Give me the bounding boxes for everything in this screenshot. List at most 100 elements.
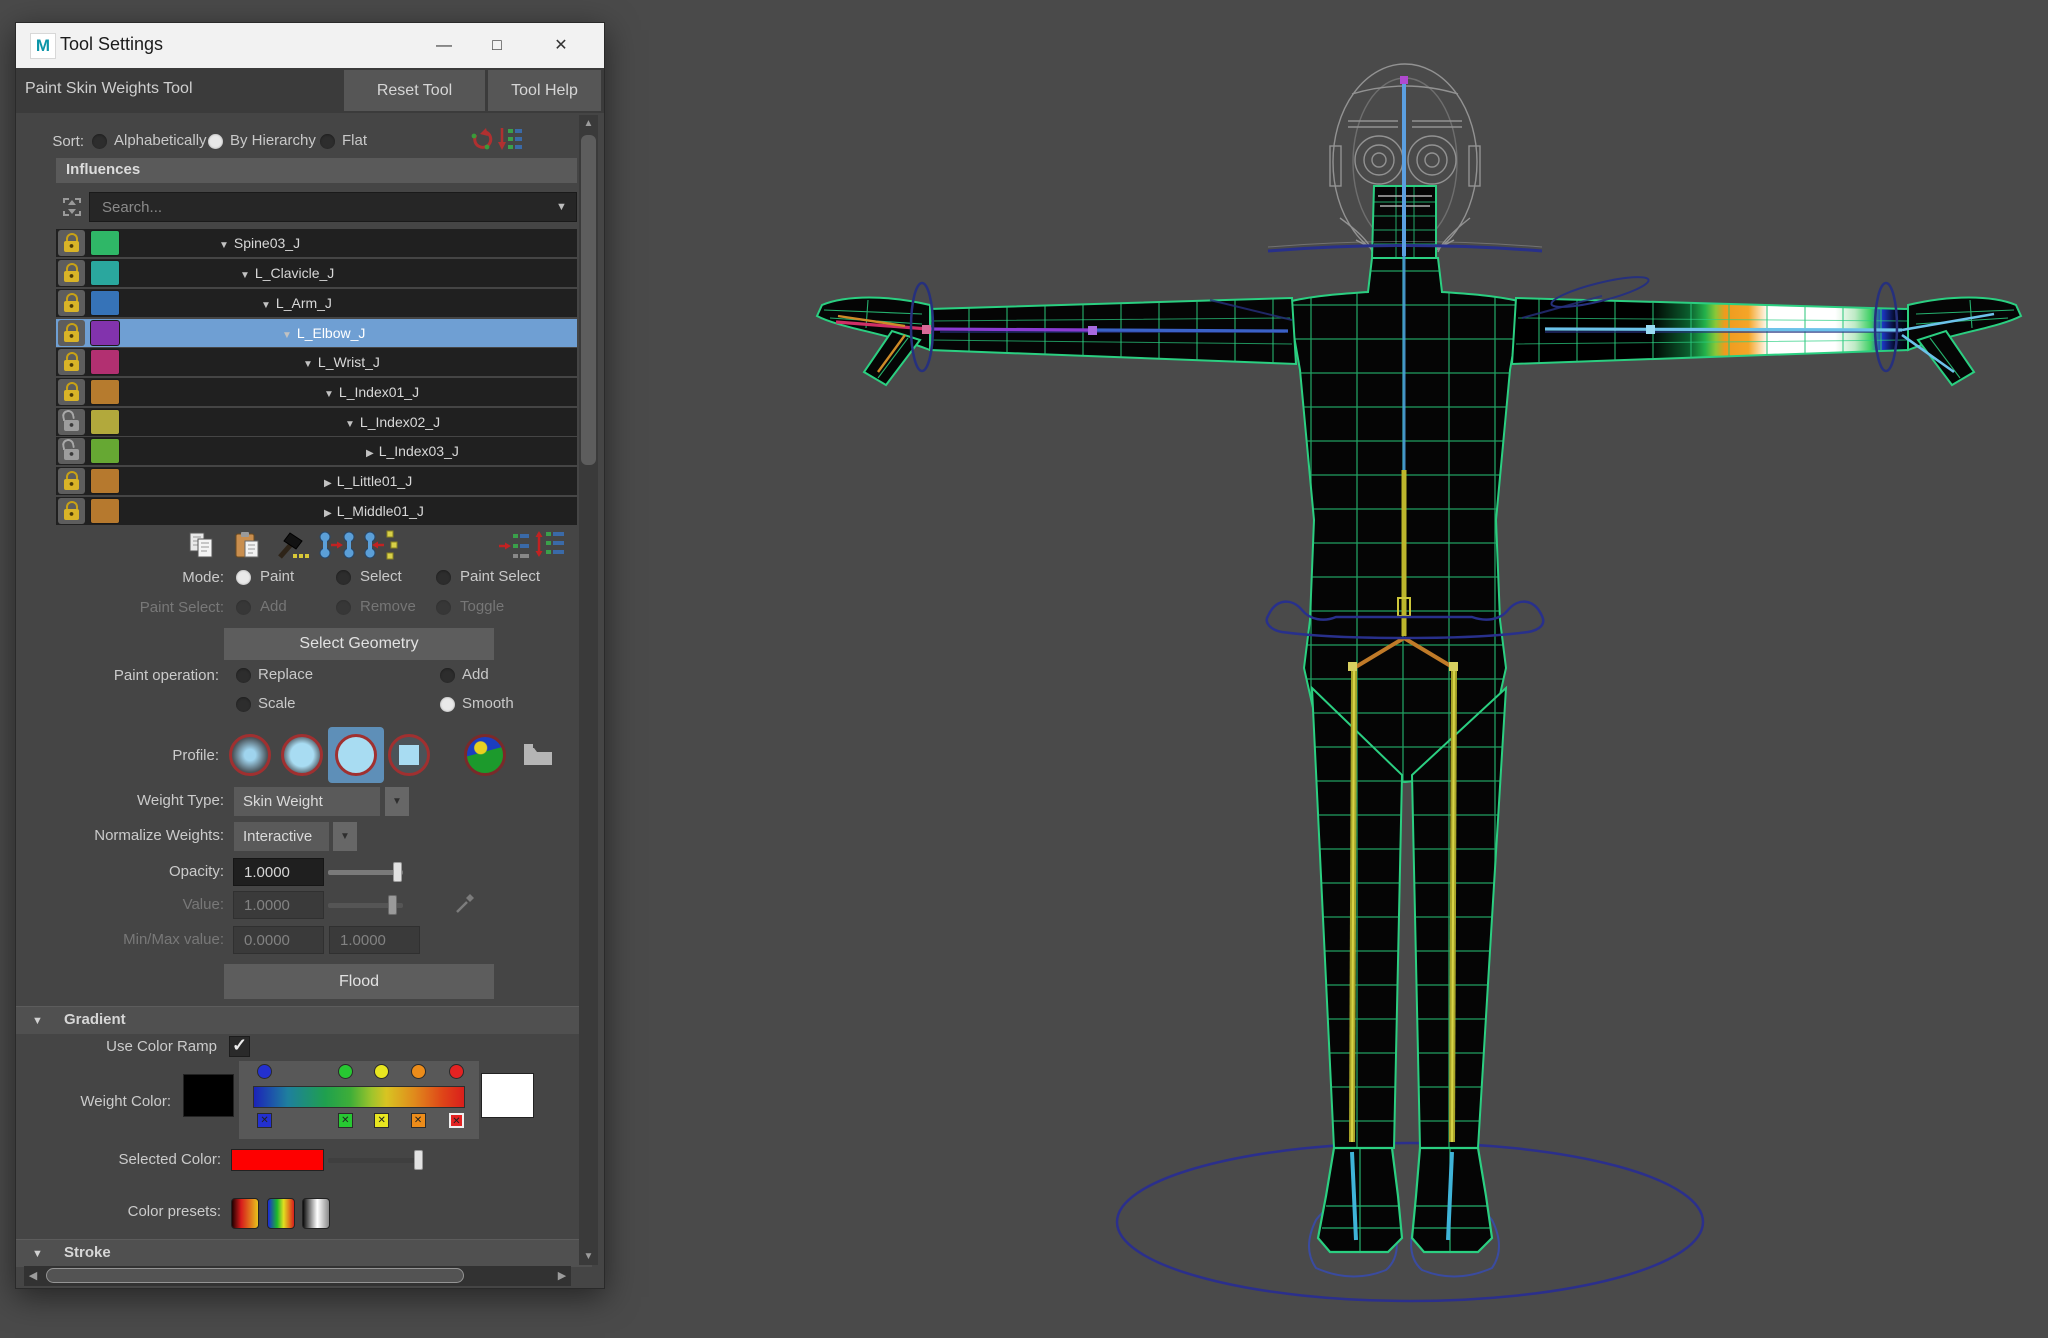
move-weights-to-influence-icon[interactable] bbox=[498, 531, 530, 561]
close-button[interactable]: ✕ bbox=[538, 23, 584, 68]
expand-icon[interactable]: ▶ bbox=[366, 448, 374, 459]
weight-type-dropdown-arrow[interactable]: ▼ bbox=[385, 787, 409, 816]
mode-paint-radio[interactable] bbox=[236, 570, 251, 585]
joint-row-l-elbow[interactable]: ▼L_Elbow_J bbox=[56, 319, 577, 347]
joint-color-swatch[interactable] bbox=[90, 260, 120, 286]
joint-row-spine03[interactable]: ▼Spine03_J bbox=[56, 229, 577, 257]
op-add-label[interactable]: Add bbox=[462, 666, 489, 683]
ramp-delete-marker[interactable]: ✕ bbox=[449, 1113, 464, 1128]
color-ramp[interactable]: ✕✕✕✕✕ bbox=[239, 1061, 479, 1139]
search-input[interactable] bbox=[89, 192, 577, 222]
brush-solid-icon[interactable] bbox=[335, 734, 377, 776]
lock-button[interactable] bbox=[58, 320, 85, 346]
lock-button[interactable] bbox=[58, 468, 85, 494]
gradient-section-header[interactable]: ▼ Gradient bbox=[16, 1006, 592, 1034]
copy-weights-icon[interactable] bbox=[188, 531, 220, 561]
tool-help-button[interactable]: Tool Help bbox=[488, 70, 601, 111]
expand-icon[interactable]: ▶ bbox=[324, 508, 332, 519]
mode-paint-label[interactable]: Paint bbox=[260, 568, 294, 585]
sort-alphabetically-radio[interactable] bbox=[92, 134, 107, 149]
horizontal-scroll-thumb[interactable] bbox=[46, 1268, 464, 1283]
horizontal-scrollbar[interactable]: ◀ ▶ bbox=[24, 1266, 571, 1286]
paste-vertex-weights-icon[interactable] bbox=[361, 529, 399, 561]
collapse-gradient-icon[interactable]: ▼ bbox=[32, 1015, 43, 1027]
selected-color-slider-handle[interactable] bbox=[414, 1150, 423, 1170]
ramp-delete-marker[interactable]: ✕ bbox=[411, 1113, 426, 1128]
vertical-scrollbar[interactable]: ▲ ▼ bbox=[579, 115, 598, 1265]
preset-rainbow-swatch[interactable] bbox=[267, 1198, 295, 1229]
ramp-delete-marker[interactable]: ✕ bbox=[374, 1113, 389, 1128]
joint-row-l-index01[interactable]: ▼L_Index01_J bbox=[56, 378, 577, 406]
ramp-handle-dot[interactable] bbox=[411, 1064, 426, 1079]
search-dropdown-icon[interactable]: ▼ bbox=[556, 201, 567, 213]
opacity-slider-handle[interactable] bbox=[393, 862, 402, 882]
mode-select-radio[interactable] bbox=[336, 570, 351, 585]
lock-button[interactable] bbox=[58, 230, 85, 256]
joint-color-swatch[interactable] bbox=[90, 320, 120, 346]
joint-color-swatch[interactable] bbox=[90, 468, 120, 494]
expand-icon[interactable]: ▼ bbox=[282, 330, 292, 341]
joint-row-l-arm[interactable]: ▼L_Arm_J bbox=[56, 289, 577, 317]
joint-color-swatch[interactable] bbox=[90, 290, 120, 316]
lock-button[interactable] bbox=[58, 260, 85, 286]
ramp-delete-marker[interactable]: ✕ bbox=[338, 1113, 353, 1128]
ramp-gradient-bar[interactable] bbox=[253, 1086, 465, 1108]
op-add-radio[interactable] bbox=[440, 668, 455, 683]
ramp-handle-dot[interactable] bbox=[257, 1064, 272, 1079]
vertical-scroll-thumb[interactable] bbox=[581, 135, 596, 465]
sort-by-hierarchy-radio[interactable] bbox=[208, 134, 223, 149]
joint-color-swatch[interactable] bbox=[90, 349, 120, 375]
preset-grayscale-swatch[interactable] bbox=[302, 1198, 330, 1229]
joint-row-l-clavicle[interactable]: ▼L_Clavicle_J bbox=[56, 259, 577, 287]
op-smooth-radio[interactable] bbox=[440, 697, 455, 712]
joint-row-l-little01[interactable]: ▶L_Little01_J bbox=[56, 467, 577, 495]
normalize-weights-dropdown-arrow[interactable]: ▼ bbox=[333, 822, 357, 851]
mode-select-label[interactable]: Select bbox=[360, 568, 402, 585]
select-geometry-button[interactable]: Select Geometry bbox=[224, 628, 494, 660]
expand-icon[interactable]: ▼ bbox=[303, 359, 313, 370]
brush-gaussian-icon[interactable] bbox=[229, 734, 271, 776]
expand-icon[interactable]: ▼ bbox=[324, 389, 334, 400]
expand-icon[interactable]: ▼ bbox=[345, 419, 355, 430]
brush-soft-icon[interactable] bbox=[281, 734, 323, 776]
scroll-up-icon[interactable]: ▲ bbox=[579, 115, 598, 132]
ramp-handle-dot[interactable] bbox=[374, 1064, 389, 1079]
joint-row-l-wrist[interactable]: ▼L_Wrist_J bbox=[56, 348, 577, 376]
sort-flat-radio[interactable] bbox=[320, 134, 335, 149]
joint-color-swatch[interactable] bbox=[90, 438, 120, 464]
stroke-section-header[interactable]: ▼ Stroke bbox=[16, 1239, 592, 1267]
scroll-down-icon[interactable]: ▼ bbox=[579, 1248, 598, 1265]
sort-influences-icon[interactable] bbox=[497, 126, 523, 154]
op-scale-label[interactable]: Scale bbox=[258, 695, 296, 712]
hammer-weights-icon[interactable] bbox=[274, 529, 310, 561]
flood-button[interactable]: Flood bbox=[224, 964, 494, 999]
browse-brush-folder-icon[interactable] bbox=[522, 739, 554, 767]
joint-row-l-index03[interactable]: ▶L_Index03_J bbox=[56, 437, 577, 465]
joint-color-swatch[interactable] bbox=[90, 498, 120, 524]
selected-color-slider-track[interactable] bbox=[328, 1158, 421, 1163]
joint-row-l-middle01[interactable]: ▶L_Middle01_J bbox=[56, 497, 577, 525]
sort-alphabetically-label[interactable]: Alphabetically bbox=[114, 132, 207, 149]
ramp-handle-dot[interactable] bbox=[449, 1064, 464, 1079]
selected-color-swatch[interactable] bbox=[231, 1149, 324, 1171]
ramp-handle-dot[interactable] bbox=[338, 1064, 353, 1079]
expand-icon[interactable]: ▼ bbox=[240, 270, 250, 281]
select-influence-icon[interactable] bbox=[60, 195, 84, 219]
joint-row-l-index02[interactable]: ▼L_Index02_J bbox=[56, 408, 577, 436]
scroll-left-icon[interactable]: ◀ bbox=[24, 1266, 42, 1286]
show-influenced-vertices-icon[interactable] bbox=[534, 529, 566, 561]
expand-icon[interactable]: ▶ bbox=[324, 478, 332, 489]
weight-color-high-swatch[interactable] bbox=[481, 1073, 534, 1118]
scroll-right-icon[interactable]: ▶ bbox=[553, 1266, 571, 1286]
copy-vertex-weights-icon[interactable] bbox=[318, 529, 356, 561]
minimize-button[interactable]: — bbox=[421, 23, 467, 68]
preset-red-yellow-swatch[interactable] bbox=[231, 1198, 259, 1229]
collapse-stroke-icon[interactable]: ▼ bbox=[32, 1248, 43, 1260]
sort-by-hierarchy-label[interactable]: By Hierarchy bbox=[230, 132, 316, 149]
refresh-influences-icon[interactable] bbox=[468, 127, 494, 153]
lock-button[interactable] bbox=[58, 290, 85, 316]
joint-color-swatch[interactable] bbox=[90, 409, 120, 435]
sort-flat-label[interactable]: Flat bbox=[342, 132, 367, 149]
weight-type-dropdown[interactable]: Skin Weight bbox=[234, 787, 380, 816]
paste-weights-icon[interactable] bbox=[233, 531, 265, 561]
